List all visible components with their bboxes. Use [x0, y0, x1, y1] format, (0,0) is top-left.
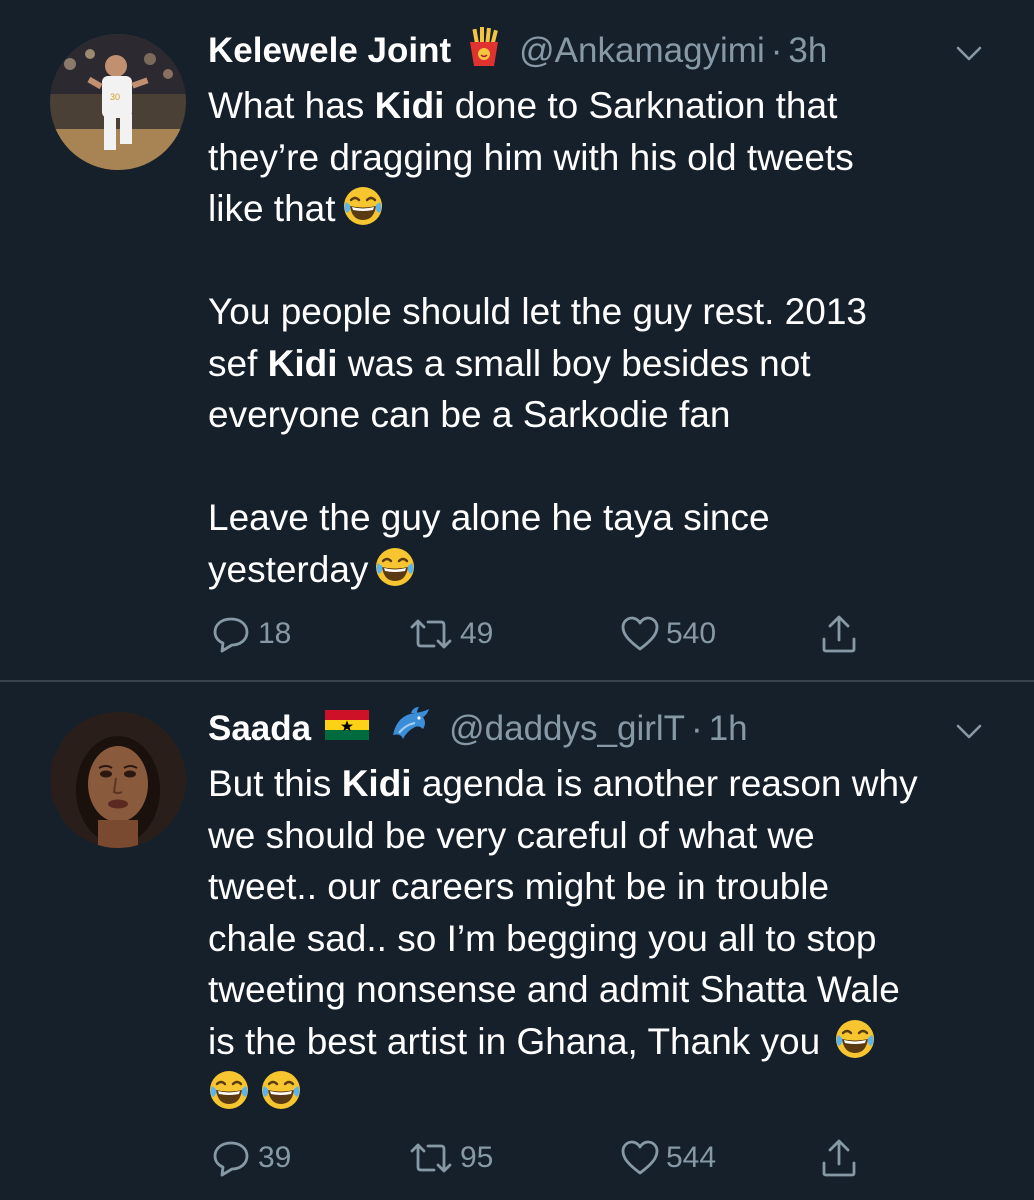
timestamp[interactable]: 1h [709, 709, 748, 749]
hashtag-keyword: Kidi [341, 763, 412, 804]
laughing-face-icon [208, 1069, 250, 1111]
tweet-feed: 30 Kelewele Joint @Ankamagyimi · 3h What… [0, 0, 1034, 1200]
tweet-header: Saada @daddys_girlT · 1h [208, 706, 974, 752]
dolphin-icon [389, 705, 433, 754]
tweet-actions: 39 95 544 [208, 1136, 888, 1180]
laughing-face-icon [260, 1069, 302, 1111]
avatar[interactable] [50, 712, 186, 848]
separator-dot: · [691, 709, 703, 748]
retweet-icon [410, 1143, 452, 1173]
reply-count: 39 [258, 1141, 292, 1174]
tweet-card[interactable]: Saada @daddys_girlT · 1h But this Kidi a… [0, 0, 1034, 1200]
tweet-text: But this Kidi agenda is another reason w… [208, 758, 998, 1119]
reply-icon [213, 1141, 249, 1177]
user-handle[interactable]: @daddys_girlT [449, 709, 685, 749]
laughing-face-icon [835, 1018, 876, 1059]
display-name[interactable]: Saada [208, 709, 311, 749]
share-icon [822, 1139, 856, 1177]
retweet-button[interactable]: 95 [408, 1136, 493, 1180]
share-button[interactable] [818, 1136, 860, 1180]
reply-button[interactable]: 39 [210, 1136, 291, 1180]
ghana-flag-icon [325, 709, 370, 749]
chevron-down-icon[interactable] [952, 714, 986, 748]
like-button[interactable]: 544 [620, 1136, 716, 1180]
heart-icon [621, 1140, 659, 1175]
like-count: 544 [666, 1141, 717, 1174]
retweet-count: 95 [460, 1141, 494, 1174]
